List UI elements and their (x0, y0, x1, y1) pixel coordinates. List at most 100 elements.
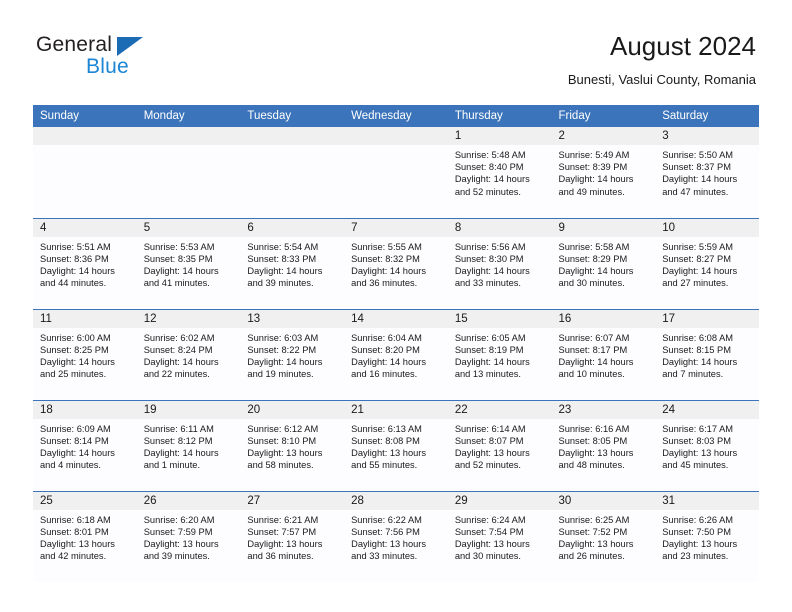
sunset-text: Sunset: 8:35 PM (143, 253, 213, 264)
daylight-text-line1: Daylight: 13 hours (558, 447, 634, 458)
calendar-day-cell[interactable]: 12 Sunrise: 6:02 AM Sunset: 8:24 PM Dayligh… (136, 308, 241, 400)
day-number: 20 (240, 400, 345, 419)
day-number: 30 (551, 491, 656, 510)
calendar-day-cell[interactable]: 8 Sunrise: 5:56 AM Sunset: 8:30 PM Daylight… (447, 217, 552, 309)
calendar-week-row: 18 Sunrise: 6:09 AM Sunset: 8:14 PM Dayligh… (33, 399, 759, 491)
day-sun-info: Sunrise: 6:22 AM Sunset: 7:56 PM Daylight:… (344, 510, 448, 563)
calendar-day-cell[interactable]: 24 Sunrise: 6:17 AM Sunset: 8:03 PM Dayligh… (655, 399, 759, 491)
daylight-text-line2: and 39 minutes. (247, 278, 314, 289)
day-number: 6 (240, 218, 345, 237)
calendar-day-cell[interactable]: 15 Sunrise: 6:05 AM Sunset: 8:19 PM Dayligh… (447, 308, 552, 400)
day-sun-info: Sunrise: 5:49 AM Sunset: 8:39 PM Daylight:… (552, 145, 656, 198)
sunset-text: Sunset: 8:17 PM (558, 344, 628, 355)
calendar-day-cell[interactable]: 11 Sunrise: 6:00 AM Sunset: 8:25 PM Dayligh… (33, 308, 137, 400)
calendar-day-cell[interactable]: 2 Sunrise: 5:49 AM Sunset: 8:39 PM Daylight… (551, 127, 656, 218)
daylight-text-line1: Daylight: 13 hours (143, 538, 219, 549)
daylight-text-line2: and 27 minutes. (662, 278, 729, 289)
day-number: 13 (240, 309, 345, 328)
calendar-day-cell[interactable]: 10 Sunrise: 5:59 AM Sunset: 8:27 PM Dayligh… (655, 217, 759, 309)
daylight-text-line1: Daylight: 13 hours (351, 538, 427, 549)
sunrise-text: Sunrise: 6:04 AM (351, 332, 422, 343)
daylight-text-line1: Daylight: 13 hours (454, 538, 530, 549)
calendar-day-cell[interactable]: 23 Sunrise: 6:16 AM Sunset: 8:05 PM Dayligh… (551, 399, 656, 491)
calendar-day-cell-empty (33, 127, 137, 218)
day-number: 10 (655, 218, 759, 237)
day-number: 8 (447, 218, 552, 237)
sunrise-text: Sunrise: 5:50 AM (662, 150, 734, 160)
calendar-day-cell[interactable]: 4 Sunrise: 5:51 AM Sunset: 8:36 PM Daylight… (33, 217, 137, 309)
day-number: 12 (136, 309, 241, 328)
day-number: 28 (344, 491, 448, 510)
daylight-text-line2: and 58 minutes. (247, 460, 314, 471)
calendar-day-cell[interactable]: 16 Sunrise: 6:07 AM Sunset: 8:17 PM Dayligh… (551, 308, 656, 400)
sunset-text: Sunset: 8:08 PM (351, 435, 420, 446)
calendar-day-cell[interactable]: 27 Sunrise: 6:21 AM Sunset: 7:57 PM Dayligh… (240, 490, 345, 582)
calendar-day-cell[interactable]: 5 Sunrise: 5:53 AM Sunset: 8:35 PM Daylight… (136, 217, 241, 309)
day-sun-info: Sunrise: 6:08 AM Sunset: 8:15 PM Daylight:… (655, 328, 759, 381)
calendar-day-cell[interactable]: 9 Sunrise: 5:58 AM Sunset: 8:29 PM Daylight… (551, 217, 656, 309)
sunrise-text: Sunrise: 6:17 AM (662, 423, 734, 434)
sunrise-text: Sunrise: 5:56 AM (454, 241, 526, 252)
sunrise-text: Sunrise: 6:03 AM (247, 332, 319, 343)
calendar-day-cell[interactable]: 29 Sunrise: 6:24 AM Sunset: 7:54 PM Dayligh… (447, 490, 552, 582)
calendar-day-cell[interactable]: 14 Sunrise: 6:04 AM Sunset: 8:20 PM Dayligh… (344, 308, 448, 400)
calendar-day-cell[interactable]: 18 Sunrise: 6:09 AM Sunset: 8:14 PM Dayligh… (33, 399, 137, 491)
day-sun-info: Sunrise: 6:21 AM Sunset: 7:57 PM Daylight:… (240, 510, 344, 563)
calendar-day-cell[interactable]: 13 Sunrise: 6:03 AM Sunset: 8:22 PM Dayligh… (240, 308, 345, 400)
sunrise-text: Sunrise: 5:53 AM (143, 241, 215, 252)
day-sun-info: Sunrise: 5:56 AM Sunset: 8:30 PM Daylight:… (448, 237, 552, 290)
sunset-text: Sunset: 8:01 PM (40, 526, 109, 537)
sunrise-text: Sunrise: 6:12 AM (247, 423, 319, 434)
daylight-text-line1: Daylight: 13 hours (40, 538, 115, 549)
daylight-text-line1: Daylight: 14 hours (143, 447, 219, 458)
logo-triangle-icon (117, 37, 143, 56)
calendar-day-cell[interactable]: 22 Sunrise: 6:14 AM Sunset: 8:07 PM Dayligh… (447, 399, 552, 491)
sunrise-text: Sunrise: 6:11 AM (143, 423, 214, 434)
calendar-day-cell[interactable]: 7 Sunrise: 5:55 AM Sunset: 8:32 PM Daylight… (344, 217, 448, 309)
calendar-day-cell[interactable]: 19 Sunrise: 6:11 AM Sunset: 8:12 PM Dayligh… (136, 399, 241, 491)
daylight-text-line1: Daylight: 14 hours (247, 265, 323, 276)
calendar-day-cell[interactable]: 17 Sunrise: 6:08 AM Sunset: 8:15 PM Dayligh… (655, 308, 759, 400)
calendar-day-cell[interactable]: 3 Sunrise: 5:50 AM Sunset: 8:37 PM Daylight… (655, 127, 759, 218)
weekday-header-saturday: Saturday (655, 105, 759, 127)
calendar-day-cell[interactable]: 6 Sunrise: 5:54 AM Sunset: 8:33 PM Daylight… (240, 217, 345, 309)
calendar-day-cell[interactable]: 21 Sunrise: 6:13 AM Sunset: 8:08 PM Dayligh… (344, 399, 448, 491)
calendar-day-cell[interactable]: 20 Sunrise: 6:12 AM Sunset: 8:10 PM Dayligh… (240, 399, 345, 491)
calendar-day-cell[interactable]: 30 Sunrise: 6:25 AM Sunset: 7:52 PM Dayligh… (551, 490, 656, 582)
daylight-text-line1: Daylight: 14 hours (662, 265, 738, 276)
calendar-day-cell[interactable]: 26 Sunrise: 6:20 AM Sunset: 7:59 PM Dayligh… (136, 490, 241, 582)
sunset-text: Sunset: 8:07 PM (454, 435, 524, 446)
daylight-text-line1: Daylight: 13 hours (662, 538, 738, 549)
sunset-text: Sunset: 8:33 PM (247, 253, 317, 264)
sunset-text: Sunset: 8:15 PM (662, 344, 731, 355)
day-sun-info: Sunrise: 5:48 AM Sunset: 8:40 PM Daylight:… (448, 145, 552, 198)
calendar-day-cell[interactable]: 1 Sunrise: 5:48 AM Sunset: 8:40 PM Daylight… (447, 127, 552, 218)
daylight-text-line1: Daylight: 14 hours (662, 356, 738, 367)
general-blue-logo[interactable]: General Blue (36, 33, 216, 83)
sunrise-text: Sunrise: 5:49 AM (558, 150, 630, 160)
day-number: 19 (136, 400, 241, 419)
daylight-text-line2: and 10 minutes. (558, 369, 625, 380)
day-sun-info: Sunrise: 6:20 AM Sunset: 7:59 PM Daylight:… (137, 510, 241, 563)
calendar-day-cell[interactable]: 31 Sunrise: 6:26 AM Sunset: 7:50 PM Dayligh… (655, 490, 759, 582)
day-sun-info: Sunrise: 5:50 AM Sunset: 8:37 PM Daylight:… (655, 145, 759, 198)
calendar-day-cell-empty (344, 127, 448, 218)
daylight-text-line2: and 52 minutes. (454, 460, 521, 471)
day-sun-info: Sunrise: 6:24 AM Sunset: 7:54 PM Daylight:… (448, 510, 552, 563)
daylight-text-line1: Daylight: 14 hours (454, 174, 530, 185)
sunset-text: Sunset: 8:25 PM (40, 344, 109, 355)
day-sun-info: Sunrise: 6:07 AM Sunset: 8:17 PM Daylight:… (552, 328, 656, 381)
daylight-text-line2: and 16 minutes. (351, 369, 418, 380)
calendar-day-cell[interactable]: 28 Sunrise: 6:22 AM Sunset: 7:56 PM Dayligh… (344, 490, 448, 582)
sunrise-text: Sunrise: 6:22 AM (351, 514, 422, 525)
sunset-text: Sunset: 7:59 PM (143, 526, 213, 537)
sunset-text: Sunset: 8:20 PM (351, 344, 420, 355)
daylight-text-line1: Daylight: 14 hours (40, 265, 115, 276)
sunset-text: Sunset: 7:54 PM (454, 526, 524, 537)
day-number: 18 (33, 400, 137, 419)
day-sun-info: Sunrise: 6:13 AM Sunset: 8:08 PM Daylight:… (344, 419, 448, 472)
calendar-day-cell[interactable]: 25 Sunrise: 6:18 AM Sunset: 8:01 PM Dayligh… (33, 490, 137, 582)
daylight-text-line1: Daylight: 14 hours (558, 265, 634, 276)
calendar-body: 1 Sunrise: 5:48 AM Sunset: 8:40 PM Daylight… (33, 127, 759, 582)
day-sun-info: Sunrise: 5:58 AM Sunset: 8:29 PM Daylight:… (552, 237, 656, 290)
